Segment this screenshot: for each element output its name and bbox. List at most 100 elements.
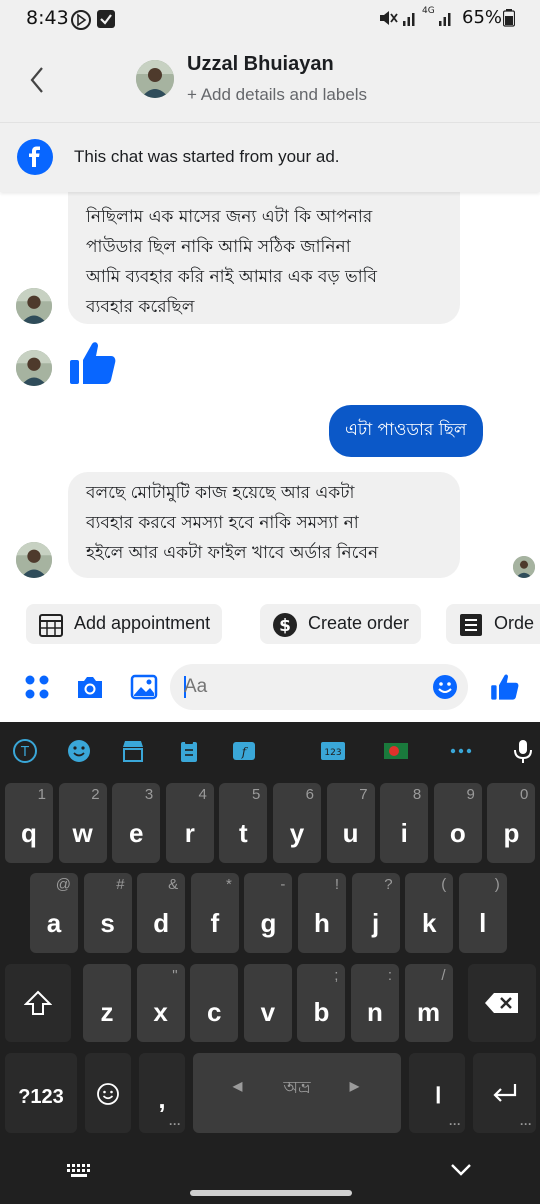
symbols-key[interactable]: ?123 [5,1053,77,1133]
emoji-keyboard-icon[interactable] [66,738,92,764]
key-label: m [417,997,441,1027]
key-s[interactable]: # s [83,873,132,953]
bangladesh-flag-icon[interactable] [383,738,409,764]
incoming-message-bubble[interactable]: বলছে মোটামুটি কাজ হয়েছে আর একটা ব্যবহার… [68,472,460,578]
message-list[interactable]: নিছিলাম এক মাসের জন্য এটা কি আপনার পাউডা… [0,192,540,592]
number-pad-icon[interactable]: 123 [320,738,346,764]
key-label: n [367,997,383,1027]
status-bar: 8:43 4G 65% [0,0,540,36]
key-label: t [239,818,248,848]
key-t[interactable]: 5t [219,783,268,863]
add-appointment-button[interactable]: Add appointment [26,604,223,644]
key-label: h [314,908,330,938]
key-z[interactable]: z [83,964,131,1042]
key-k[interactable]: (k [405,873,454,953]
font-style-icon[interactable]: f [231,738,257,764]
signal-icon-1 [403,13,415,26]
home-gesture-bar[interactable] [190,1190,352,1196]
key-hint: 9 [466,786,475,803]
key-x[interactable]: " x [136,964,185,1042]
message-line: ব্যবহার করবে সমস্যা হবে নাকি সমস্যা না [86,513,359,533]
message-line: বলছে মোটামুটি কাজ হয়েছে আর একটা [86,483,355,503]
contact-avatar[interactable] [136,60,174,98]
key-w[interactable]: 2w [58,783,107,863]
enter-key[interactable]: ··· [473,1053,536,1133]
message-input-container[interactable] [170,664,468,710]
incoming-message-bubble[interactable]: নিছিলাম এক মাসের জন্য এটা কি আপনার পাউডা… [68,192,460,324]
backspace-key[interactable] [468,964,536,1042]
key-hint: 8 [412,786,422,803]
space-key[interactable]: ◀ অভ্র ▶ [193,1053,401,1133]
key-hint: # [116,876,125,893]
key-r[interactable]: 4r [165,783,214,863]
facebook-icon [17,139,53,175]
sender-avatar[interactable] [16,288,52,324]
key-hint: 0 [520,786,529,803]
key-j[interactable]: ? j [351,873,400,953]
key-u[interactable]: 7u [326,783,375,863]
period-key[interactable]: । ··· [409,1053,465,1133]
clipboard-icon[interactable] [176,738,202,764]
key-m[interactable]: / m [404,964,453,1042]
key-hint: ( [441,876,447,893]
comma-key[interactable]: , ··· [139,1053,185,1133]
back-arrow-icon[interactable] [22,62,54,98]
key-label: d [153,908,170,938]
emoji-key[interactable] [85,1053,131,1133]
key-b[interactable]: ; b [297,964,346,1042]
like-send-icon[interactable] [490,672,520,702]
shift-key[interactable] [5,964,71,1042]
more-apps-icon[interactable] [24,674,50,700]
add-appointment-label: Add appointment [74,613,211,633]
enter-arrow-icon [493,1084,517,1102]
key-hint: ; [334,967,339,984]
translate-icon[interactable]: T [12,738,38,764]
sender-avatar[interactable] [16,350,52,386]
message-input[interactable] [184,664,424,710]
key-c[interactable]: c [190,964,239,1042]
keyboard-switch-icon[interactable] [66,1162,92,1180]
key-label: p [503,818,520,848]
thumbs-up-sticker-icon[interactable] [68,338,118,388]
key-hint: 1 [37,786,46,803]
key-i[interactable]: 8i [380,783,429,863]
orders-button[interactable]: Orde [446,604,540,644]
add-details-link[interactable]: + Add details and labels [187,85,367,105]
key-l[interactable]: ) l [458,873,507,953]
camera-icon[interactable] [76,674,104,700]
battery-icon [503,9,515,27]
key-f[interactable]: * f [190,873,239,953]
create-order-button[interactable]: $ Create order [260,604,422,644]
outgoing-message-bubble[interactable]: এটা পাওডার ছিল [329,405,483,457]
store-icon[interactable] [120,738,146,764]
key-p[interactable]: 0p [487,783,536,863]
orders-label: Orde [494,613,535,633]
sender-avatar[interactable] [16,542,52,578]
key-d[interactable]: & d [137,873,186,953]
key-hint: - [280,876,286,893]
key-e[interactable]: 3e [112,783,161,863]
signal-icon-2 [439,13,451,26]
message-line: ব্যবহার করেছিল [86,297,195,317]
key-n[interactable]: :n [351,964,399,1042]
key-label: a [46,908,62,938]
key-v[interactable]: v [243,964,292,1042]
key-g[interactable]: -g [244,873,293,953]
key-label: v [260,997,276,1027]
more-options-icon[interactable] [448,738,474,764]
message-line: আমি ব্যবহার করি নাই আমার এক বড় ভাবি [86,267,377,287]
contact-name[interactable]: Uzzal Bhuiayan [187,53,334,76]
key-q[interactable]: 1q [5,783,53,863]
key-o[interactable]: 9o [433,783,482,863]
hide-keyboard-chevron-icon[interactable] [449,1160,473,1180]
backspace-icon [485,993,518,1013]
ad-origin-banner: This chat was started from your ad. [0,122,540,192]
key-y[interactable]: 6y [273,783,321,863]
message-line: নিছিলাম এক মাসের জন্য এটা কি আপনার [86,207,373,227]
gallery-icon[interactable] [130,674,158,700]
emoji-icon[interactable] [432,674,458,700]
microphone-icon[interactable] [510,738,536,764]
key-h[interactable]: ! h [298,873,346,953]
ad-banner-text: This chat was started from your ad. [74,147,340,166]
key-a[interactable]: @ a [30,873,78,953]
